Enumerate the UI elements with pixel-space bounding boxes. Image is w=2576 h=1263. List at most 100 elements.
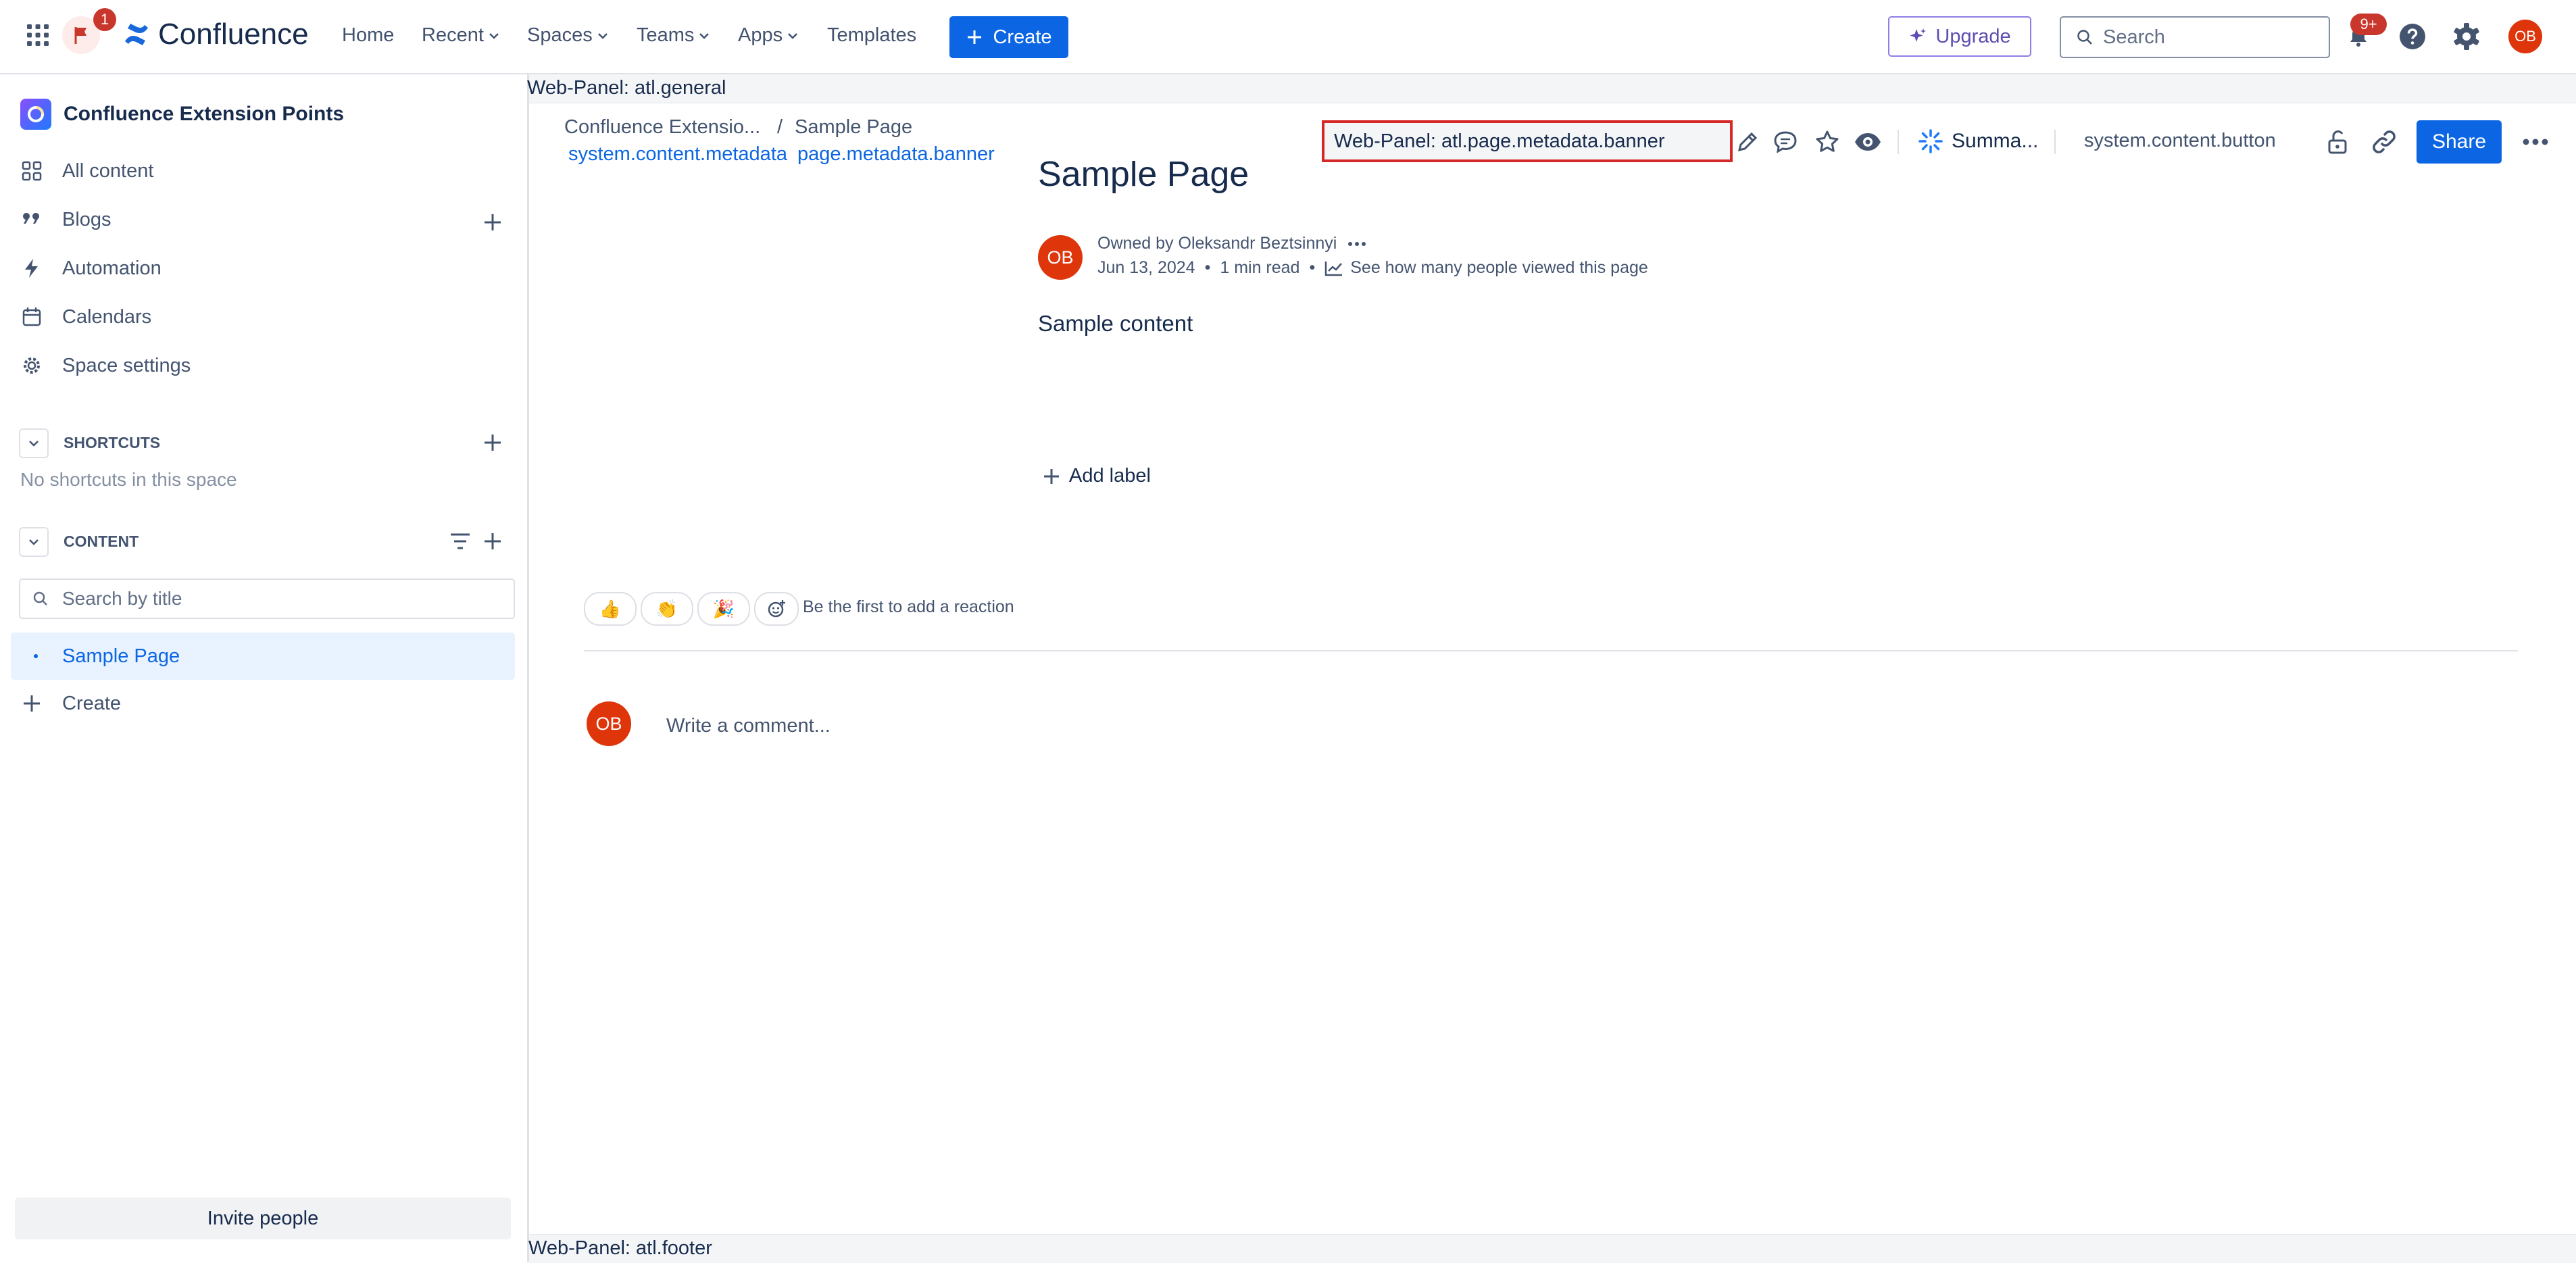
bullet-icon bbox=[34, 654, 38, 658]
chevron-down-icon bbox=[29, 539, 39, 545]
metadata-banner-label: Web-Panel: atl.page.metadata.banner bbox=[1334, 130, 1665, 152]
pencil-icon bbox=[1737, 132, 1758, 152]
page-body-text: Sample content bbox=[1038, 311, 1193, 336]
plus-icon bbox=[1044, 468, 1059, 484]
toolbar-divider bbox=[2054, 130, 2056, 154]
owner-line[interactable]: Owned by Oleksandr Beztsinnyi bbox=[1097, 234, 1337, 253]
page-title-clip: Sample Page bbox=[1034, 161, 1304, 193]
upgrade-button[interactable]: Upgrade bbox=[1888, 16, 2031, 57]
nav-teams[interactable]: Teams bbox=[637, 24, 710, 47]
link-icon bbox=[2373, 130, 2396, 153]
byline-more-icon[interactable] bbox=[1347, 241, 1366, 247]
help-icon bbox=[2400, 24, 2425, 49]
nav-apps[interactable]: Apps bbox=[738, 24, 799, 47]
sidebar-item-space-settings[interactable]: Space settings bbox=[20, 354, 191, 377]
metadata-banner-link[interactable]: page.metadata.banner bbox=[797, 143, 995, 166]
sparkle-icon bbox=[1910, 28, 1927, 42]
ai-sparkle-icon bbox=[1918, 129, 1943, 153]
sidebar-item-all-content[interactable]: All content bbox=[20, 159, 153, 182]
copy-link-button[interactable] bbox=[2368, 126, 2400, 158]
comment-button[interactable] bbox=[1769, 126, 1802, 158]
web-panel-general-label: Web-Panel: atl.general bbox=[527, 77, 726, 99]
sidebar-item-label: Calendars bbox=[62, 305, 152, 328]
nav-home[interactable]: Home bbox=[342, 24, 394, 47]
web-panel-footer-label: Web-Panel: atl.footer bbox=[528, 1237, 712, 1259]
upgrade-button-label: Upgrade bbox=[1935, 25, 2011, 47]
create-button[interactable]: Create bbox=[949, 16, 1068, 58]
search-icon bbox=[2077, 30, 2092, 45]
chevron-down-icon bbox=[597, 32, 608, 39]
reaction-party[interactable]: 🎉 bbox=[697, 592, 750, 626]
filter-icon[interactable] bbox=[449, 531, 472, 551]
summarize-label: Summa... bbox=[1952, 130, 2039, 152]
add-label-text: Add label bbox=[1069, 465, 1151, 487]
thumbs-up-icon: 👍 bbox=[599, 598, 622, 619]
sidebar-item-label: Automation bbox=[62, 257, 162, 279]
invite-people-button[interactable]: Invite people bbox=[15, 1197, 511, 1239]
nav-recent[interactable]: Recent bbox=[422, 24, 500, 47]
profile-avatar[interactable]: OB bbox=[2508, 20, 2542, 53]
nav-templates[interactable]: Templates bbox=[827, 24, 916, 47]
search-icon bbox=[33, 591, 47, 605]
flag-icon bbox=[74, 27, 86, 44]
add-reaction-button[interactable] bbox=[754, 592, 799, 626]
reaction-thumbs-up[interactable]: 👍 bbox=[584, 592, 637, 626]
notification-count: 1 bbox=[100, 11, 109, 28]
commenter-avatar: OB bbox=[587, 701, 631, 746]
help-button[interactable] bbox=[2394, 18, 2431, 55]
unlock-icon bbox=[2328, 130, 2347, 154]
watch-button[interactable] bbox=[1852, 126, 1884, 158]
add-shortcut-icon[interactable] bbox=[482, 432, 503, 453]
shortcuts-toggle[interactable] bbox=[19, 428, 49, 458]
search-input[interactable]: Search bbox=[2060, 16, 2330, 58]
add-content-icon[interactable] bbox=[482, 531, 503, 551]
summarize-button[interactable]: Summa... bbox=[1918, 128, 2038, 154]
sidebar-item-label: Blogs bbox=[62, 208, 112, 230]
web-panel-footer: Web-Panel: atl.footer bbox=[528, 1234, 2576, 1263]
sidebar-item-blogs[interactable]: Blogs bbox=[20, 208, 112, 231]
share-button[interactable]: Share bbox=[2417, 120, 2502, 164]
app-switcher-icon[interactable] bbox=[26, 23, 50, 47]
settings-button[interactable] bbox=[2448, 18, 2485, 55]
reaction-clap[interactable]: 👏 bbox=[641, 592, 693, 626]
nav-home-label: Home bbox=[342, 24, 395, 46]
web-panel-general: Web-Panel: atl.general bbox=[527, 74, 2576, 103]
content-button-panel[interactable]: system.content.button bbox=[2084, 130, 2276, 152]
breadcrumb-page[interactable]: Sample Page bbox=[795, 116, 912, 139]
edit-button[interactable] bbox=[1731, 126, 1764, 158]
content-heading: CONTENT bbox=[64, 533, 139, 550]
content-search-input[interactable]: Search by title bbox=[19, 578, 515, 619]
toolbar-divider bbox=[1898, 130, 1899, 154]
author-avatar[interactable]: OB bbox=[1038, 235, 1083, 280]
content-metadata-link[interactable]: system.content.metadata bbox=[568, 143, 787, 166]
author-avatar-initials: OB bbox=[1047, 247, 1074, 268]
restrictions-button[interactable] bbox=[2322, 126, 2354, 158]
sidebar-item-calendars[interactable]: Calendars bbox=[20, 305, 151, 328]
nav-apps-label: Apps bbox=[738, 24, 783, 46]
star-button[interactable] bbox=[1811, 126, 1843, 158]
content-search-placeholder: Search by title bbox=[62, 588, 182, 609]
confluence-logo[interactable]: Confluence bbox=[123, 18, 309, 51]
breadcrumb-space[interactable]: Confluence Extensio... bbox=[564, 116, 760, 139]
add-blog-icon[interactable] bbox=[482, 212, 503, 232]
content-toggle[interactable] bbox=[19, 527, 49, 557]
quote-icon bbox=[22, 213, 39, 224]
page-tree-item[interactable]: Sample Page bbox=[11, 633, 515, 680]
create-button-label: Create bbox=[993, 26, 1052, 48]
shortcuts-heading: SHORTCUTS bbox=[64, 434, 161, 451]
more-actions-button[interactable] bbox=[2519, 126, 2552, 158]
space-header[interactable]: Confluence Extension Points bbox=[20, 99, 344, 130]
sidebar-create[interactable]: Create bbox=[20, 692, 121, 715]
page-views-link[interactable]: See how many people viewed this page bbox=[1324, 258, 1648, 278]
add-label-button[interactable]: Add label bbox=[1042, 465, 1151, 487]
emoji-add-icon bbox=[768, 600, 785, 618]
updates-badge: 9+ bbox=[2350, 14, 2387, 35]
comment-input[interactable]: Write a comment... bbox=[666, 715, 831, 737]
space-name: Confluence Extension Points bbox=[64, 103, 345, 125]
notification-count-badge: 1 bbox=[93, 8, 116, 31]
eye-icon bbox=[1855, 133, 1881, 151]
nav-spaces[interactable]: Spaces bbox=[527, 24, 609, 47]
nav-recent-label: Recent bbox=[422, 24, 484, 46]
sidebar-item-automation[interactable]: Automation bbox=[20, 257, 162, 280]
space-logo-icon bbox=[20, 99, 51, 130]
